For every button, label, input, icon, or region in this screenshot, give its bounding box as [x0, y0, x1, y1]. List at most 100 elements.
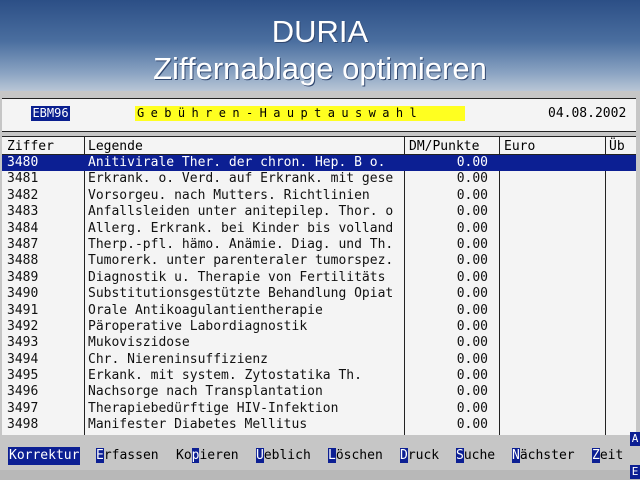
menu-label: ruck: [407, 448, 440, 463]
cell-dm-punkte: 0.00: [456, 171, 488, 187]
cell-dm-punkte: 0.00: [456, 351, 488, 367]
status-strip: [0, 470, 640, 480]
menu-korrektur[interactable]: Korrektur: [8, 447, 81, 465]
menu-label: ieren: [199, 448, 239, 463]
cell-ziffer: 3487: [7, 236, 39, 252]
menu-kopieren[interactable]: Kopieren: [176, 447, 239, 465]
menu-ueblich[interactable]: Ueblich: [256, 447, 311, 465]
cell-legende: Therp.-pfl. hämo. Anämie. Diag. und Th.: [88, 236, 394, 252]
cell-dm-punkte: 0.00: [456, 318, 488, 334]
menu-label: rfassen: [103, 448, 159, 463]
menu-naechster[interactable]: Nächster: [512, 447, 575, 465]
menu-key: D: [400, 448, 408, 463]
cell-dm-punkte: 0.00: [456, 335, 488, 351]
cell-dm-punkte: 0.00: [456, 417, 488, 433]
menu-key: U: [256, 448, 264, 463]
catalog-badge: EBM96: [31, 106, 70, 121]
col-header-euro: Euro: [504, 139, 536, 154]
table-row[interactable]: 3487 Therp.-pfl. hämo. Anämie. Diag. und …: [2, 237, 636, 253]
cell-dm-punkte: 0.00: [456, 269, 488, 285]
menu-label: öschen: [335, 448, 383, 463]
cell-legende: Vorsorgeu. nach Mutters. Richtlinien: [88, 187, 370, 203]
cell-ziffer: 3484: [7, 220, 39, 236]
fee-table: Ziffer Legende DM/Punkte Euro Üb 3480 Ani…: [2, 136, 636, 435]
menu-key: S: [456, 448, 464, 463]
cell-dm-punkte: 0.00: [456, 368, 488, 384]
table-row[interactable]: 3497 Therapiebedürftige HIV-Infektion 0.00: [2, 401, 636, 417]
cell-dm-punkte: 0.00: [456, 155, 488, 170]
cell-legende: Diagnostik u. Therapie von Fertilitäts: [88, 269, 386, 285]
table-row[interactable]: 3490 Substitutionsgestützte Behandlung Op…: [2, 286, 636, 302]
cell-dm-punkte: 0.00: [456, 253, 488, 269]
scroll-down-indicator[interactable]: E: [630, 465, 640, 479]
cell-ziffer: 3481: [7, 171, 39, 187]
cell-ziffer: 3495: [7, 368, 39, 384]
table-body: 3480 Anitivirale Ther. der chron. Hep. B …: [2, 155, 636, 434]
cell-legende: Chr. Niereninsuffizienz: [88, 351, 269, 367]
cell-ziffer: 3497: [7, 400, 39, 416]
cell-dm-punkte: 0.00: [456, 236, 488, 252]
menu-key: N: [512, 448, 520, 463]
col-header-dm: DM/Punkte: [409, 139, 480, 154]
menu-key: L: [328, 448, 336, 463]
table-row[interactable]: 3495 Erkank. mit system. Zytostatika Th. 0…: [2, 368, 636, 384]
menu-loeschen[interactable]: Löschen: [328, 447, 383, 465]
cell-ziffer: 3492: [7, 318, 39, 334]
menu-label: eit: [599, 448, 624, 463]
cell-legende: Anfallsleiden unter anitepilep. Thor. o: [88, 204, 394, 220]
cell-legende: Anitivirale Ther. der chron. Hep. B o.: [88, 155, 386, 170]
table-row[interactable]: 3482 Vorsorgeu. nach Mutters. Richtlinien…: [2, 188, 636, 204]
cell-ziffer: 3490: [7, 286, 39, 302]
cell-dm-punkte: 0.00: [456, 204, 488, 220]
table-row[interactable]: 3488 Tumorerk. unter parenteraler tumorsp…: [2, 253, 636, 269]
cell-ziffer: 3494: [7, 351, 39, 367]
section-title: Gebühren-Hauptauswahl: [135, 106, 465, 121]
table-row[interactable]: 3491 Orale Antikoagulantientherapie 0.00: [2, 303, 636, 319]
app-subtitle: Ziffernablage optimieren: [153, 51, 487, 86]
cell-legende: Päroperative Labordiagnostik: [88, 318, 308, 334]
menu-label: ächster: [519, 448, 575, 463]
cell-legende: Allerg. Erkrank. bei Kinder bis volland: [88, 220, 394, 236]
cell-dm-punkte: 0.00: [456, 400, 488, 416]
cell-ziffer: 3483: [7, 204, 39, 220]
table-row[interactable]: 3492 Päroperative Labordiagnostik 0.00: [2, 319, 636, 335]
app-title: DURIA: [271, 14, 369, 49]
menu-druck[interactable]: Druck: [400, 447, 439, 465]
scroll-up-indicator[interactable]: A: [630, 432, 640, 446]
table-row[interactable]: 3489 Diagnostik u. Therapie von Fertilitä…: [2, 270, 636, 286]
cell-ziffer: 3488: [7, 253, 39, 269]
menu-key: E: [96, 448, 104, 463]
menu-key: Z: [592, 448, 600, 463]
cell-legende: Erkrank. o. Verd. auf Erkrank. mit gese: [88, 171, 394, 187]
cell-legende: Orale Antikoagulantientherapie: [88, 302, 323, 318]
table-row[interactable]: 3496 Nachsorge nach Transplantation 0.00: [2, 384, 636, 400]
menu-suche[interactable]: Suche: [456, 447, 495, 465]
table-row[interactable]: 3483 Anfallsleiden unter anitepilep. Thor…: [2, 204, 636, 220]
cell-ziffer: 3489: [7, 269, 39, 285]
menu-zeit[interactable]: Zeit: [592, 447, 623, 465]
cell-legende: Nachsorge nach Transplantation: [88, 384, 323, 400]
table-row[interactable]: 3494 Chr. Niereninsuffizienz 0.00: [2, 352, 636, 368]
function-menu: Korrektur Erfassen Kopieren Ueblich Lösc…: [0, 445, 640, 469]
cell-ziffer: 3491: [7, 302, 39, 318]
table-row[interactable]: 3493 Mukoviszidose 0.00: [2, 335, 636, 351]
menu-label: Ko: [176, 448, 192, 463]
col-header-ub: Üb: [609, 139, 625, 154]
cell-legende: Therapiebedürftige HIV-Infektion: [88, 400, 339, 416]
cell-legende: Mukoviszidose: [88, 335, 190, 351]
table-row[interactable]: 3498 Manifester Diabetes Mellitus 0.00: [2, 417, 636, 433]
cell-dm-punkte: 0.00: [456, 286, 488, 302]
cell-dm-punkte: 0.00: [456, 187, 488, 203]
table-row[interactable]: 3481 Erkrank. o. Verd. auf Erkrank. mit g…: [2, 171, 636, 187]
cell-ziffer: 3498: [7, 417, 39, 433]
cell-legende: Tumorerk. unter parenteraler tumorspez.: [88, 253, 394, 269]
cell-ziffer: 3496: [7, 384, 39, 400]
cell-legende: Erkank. mit system. Zytostatika Th.: [88, 368, 362, 384]
table-row[interactable]: 3484 Allerg. Erkrank. bei Kinder bis voll…: [2, 221, 636, 237]
cell-ziffer: 3482: [7, 187, 39, 203]
cell-ziffer: 3493: [7, 335, 39, 351]
cell-legende: Substitutionsgestützte Behandlung Opiat: [88, 286, 394, 302]
menu-erfassen[interactable]: Erfassen: [96, 447, 159, 465]
table-row[interactable]: 3480 Anitivirale Ther. der chron. Hep. B …: [2, 155, 636, 172]
date-display: 04.08.2002: [548, 106, 627, 121]
